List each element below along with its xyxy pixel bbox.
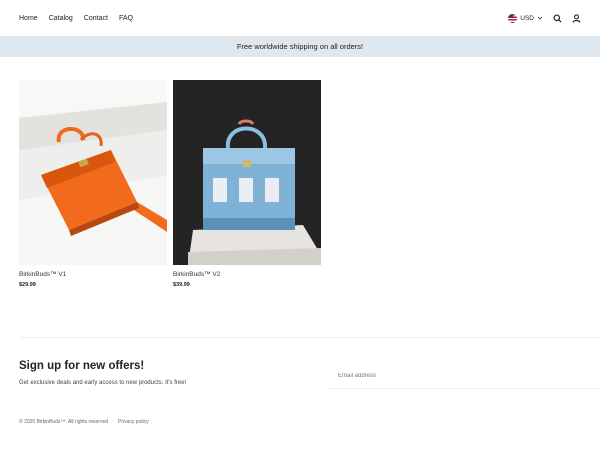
email-field-wrapper xyxy=(330,364,600,389)
product-image-v1[interactable] xyxy=(19,80,167,265)
product-title[interactable]: BirkinBuds™ V1 xyxy=(19,271,167,278)
currency-label: USD xyxy=(520,14,534,22)
site-footer: © 2025 BirkinBuds™. All rights reserved … xyxy=(19,419,149,425)
product-price: $39.99 xyxy=(173,282,190,288)
nav-contact[interactable]: Contact xyxy=(84,15,108,22)
nav-catalog[interactable]: Catalog xyxy=(49,15,73,22)
signup-title: Sign up for new offers! xyxy=(19,360,145,372)
currency-selector[interactable]: USD xyxy=(508,13,543,23)
product-card[interactable]: BirkinBuds™ V1 $29.99 xyxy=(19,80,167,288)
section-divider xyxy=(19,337,600,338)
us-flag-icon xyxy=(508,13,518,23)
privacy-policy-link[interactable]: Privacy policy xyxy=(118,419,149,425)
announcement-bar: Free worldwide shipping on all orders! xyxy=(0,36,600,57)
nav-faq[interactable]: FAQ xyxy=(119,15,133,22)
copyright-text: © 2025 BirkinBuds™. All rights reserved xyxy=(19,419,109,425)
account-icon[interactable] xyxy=(571,13,581,23)
product-card[interactable]: BirkinBuds™ V2 $39.99 xyxy=(173,80,321,288)
product-price: $29.99 xyxy=(19,282,36,288)
product-image-v2[interactable] xyxy=(173,80,321,265)
site-header: Home Catalog Contact FAQ USD xyxy=(0,0,600,36)
email-field[interactable] xyxy=(338,373,600,379)
header-actions: USD xyxy=(508,13,581,23)
product-title[interactable]: BirkinBuds™ V2 xyxy=(173,271,321,278)
search-icon[interactable] xyxy=(552,13,562,23)
announcement-text: Free worldwide shipping on all orders! xyxy=(236,42,364,51)
signup-description: Get exclusive deals and early access to … xyxy=(19,380,187,386)
chevron-down-icon xyxy=(537,16,543,20)
nav-home[interactable]: Home xyxy=(19,15,38,22)
main-nav: Home Catalog Contact FAQ xyxy=(19,15,133,22)
